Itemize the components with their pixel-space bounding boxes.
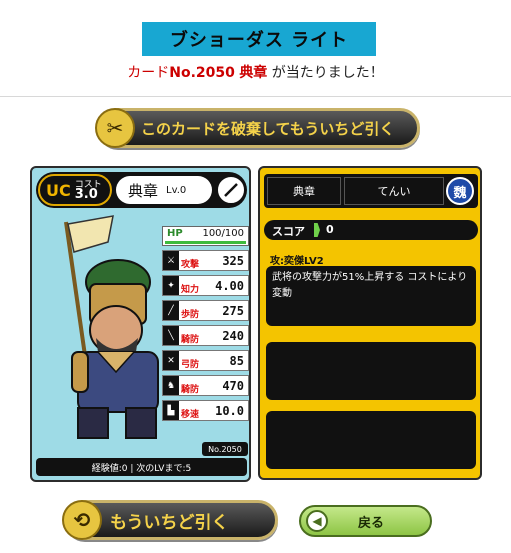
result-card-number: No.2050	[169, 65, 235, 81]
stat-intelligence: ✦ 知力 4.00	[162, 275, 249, 296]
stat-move-speed: ▙ 移速 10.0	[162, 400, 249, 421]
info-name: 典章	[267, 177, 341, 205]
draw-again-button[interactable]: ⟲ もういちど引く	[62, 500, 278, 540]
hp-box: HP 100/100	[162, 226, 249, 246]
general-portrait	[64, 215, 159, 439]
boot-icon: ▙	[163, 401, 179, 420]
score-arrow-icon	[314, 223, 320, 237]
result-suffix: が当たりました！	[267, 65, 384, 81]
discard-button-label: このカードを破棄してもういちど引く	[141, 119, 395, 138]
skill-description: 武将の攻撃力が51%上昇する コストにより変動	[266, 266, 476, 326]
cost-box: コスト 3.0	[74, 180, 102, 202]
score-row: スコア 0	[264, 220, 478, 240]
spear-icon: ╱	[163, 301, 179, 320]
skill-name: 攻:奕傑LV2	[270, 256, 324, 267]
divider	[0, 96, 511, 97]
stat-spear-def: ╲ 騎防 240	[162, 325, 249, 346]
empty-slot-2	[266, 411, 476, 469]
stat-bow-def: ✕ 弓防 85	[162, 350, 249, 371]
result-prefix: カード	[127, 65, 170, 81]
hp-bar	[165, 241, 246, 244]
back-arrow-icon: ◀	[306, 510, 328, 532]
card-number-tag: No.2050	[202, 442, 248, 456]
weapon-type-icon	[216, 175, 246, 205]
stat-cavalry-def: ♞ 騎防 470	[162, 375, 249, 396]
lance-icon: ╲	[163, 326, 179, 345]
horse-icon: ♞	[163, 376, 179, 395]
kingdom-badge: 魏	[446, 177, 474, 205]
general-card: UC コスト 3.0 典章 Lv.0 HP 100/100 ⚔ 攻撃 325 ✦…	[30, 166, 251, 482]
experience-bar: 経験値:0 | 次のLVまで:5	[36, 458, 247, 476]
cost-value: 3.0	[74, 187, 98, 202]
score-value: 0	[326, 223, 334, 236]
stat-list: ⚔ 攻撃 325 ✦ 知力 4.00 ╱ 歩防 275 ╲ 騎防 240 ✕ 弓防 85 ♞ 騎防 47…	[162, 250, 249, 425]
bow-icon: ✕	[163, 351, 179, 370]
card-name-box: 典章 Lv.0	[116, 176, 212, 204]
card-header: UC コスト 3.0 典章 Lv.0	[36, 172, 247, 208]
discard-and-redraw-button[interactable]: ✂ このカードを破棄してもういちど引く	[95, 108, 420, 148]
sword-icon: ⚔	[163, 251, 179, 270]
draw-result-message: カードNo.2050 典章 が当たりました！	[0, 62, 511, 82]
page-title: ブショーダス ライト	[142, 22, 376, 56]
rarity-cost-badge: UC コスト 3.0	[38, 174, 112, 206]
rarity-label: UC	[46, 180, 71, 200]
discard-icon: ✂	[95, 108, 135, 148]
info-header: 典章 てんい 魏	[264, 174, 478, 208]
hp-value: 100/100	[202, 228, 244, 239]
score-label: スコア	[272, 225, 305, 238]
spark-icon: ✦	[163, 276, 179, 295]
card-level: Lv.0	[166, 184, 187, 196]
back-button[interactable]: ◀ 戻る	[299, 505, 432, 537]
empty-slot-1	[266, 342, 476, 400]
back-button-label: 戻る	[358, 515, 385, 531]
result-card-name: 典章	[239, 65, 268, 81]
draw-again-label: もういちど引く	[110, 512, 229, 533]
card-name: 典章	[128, 181, 159, 200]
hp-label: HP	[167, 228, 183, 239]
info-reading: てんい	[344, 177, 444, 205]
stat-attack: ⚔ 攻撃 325	[162, 250, 249, 271]
stat-infantry-def: ╱ 歩防 275	[162, 300, 249, 321]
draw-icon: ⟲	[62, 500, 102, 540]
card-info-panel: 典章 てんい 魏 スコア 0 攻:奕傑LV2 武将の攻撃力が51%上昇する コス…	[258, 166, 482, 480]
